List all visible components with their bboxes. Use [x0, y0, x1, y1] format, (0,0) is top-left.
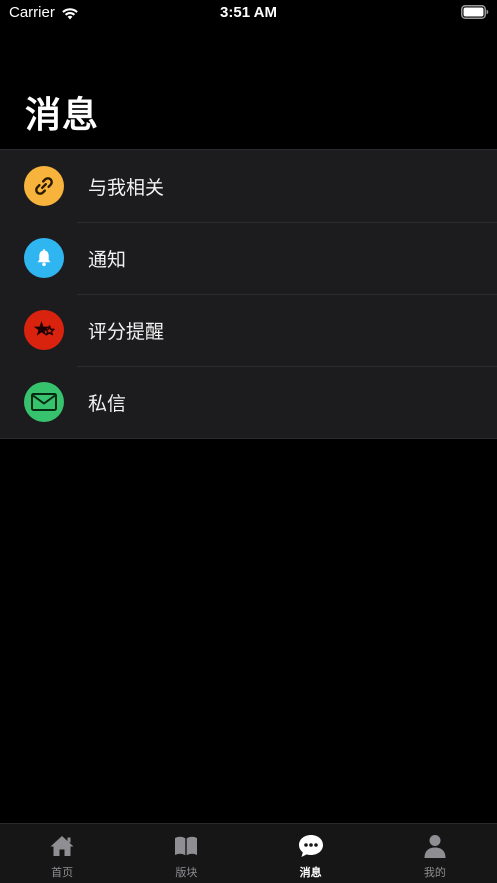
- book-icon: [172, 832, 200, 860]
- list-item-notifications[interactable]: 通知: [0, 222, 497, 294]
- row-divider: [77, 366, 497, 367]
- list-item-label: 私信: [88, 392, 127, 415]
- tab-bar: 首页 版块 消息 我的: [0, 823, 497, 883]
- mail-icon: [24, 382, 64, 422]
- list-item-label: 通知: [88, 248, 127, 271]
- row-divider: [77, 222, 497, 223]
- person-icon: [421, 832, 449, 860]
- list-item-related-to-me[interactable]: 与我相关: [0, 150, 497, 222]
- list-item-label: 评分提醒: [88, 320, 165, 343]
- row-divider: [77, 294, 497, 295]
- tab-messages[interactable]: 消息: [249, 824, 373, 883]
- tab-home[interactable]: 首页: [0, 824, 124, 883]
- tab-label: 版块: [175, 866, 198, 879]
- tab-boards[interactable]: 版块: [124, 824, 248, 883]
- list-item-label: 与我相关: [88, 176, 165, 199]
- status-time: 3:51 AM: [220, 4, 277, 21]
- list-item-rating-reminders[interactable]: 评分提醒: [0, 294, 497, 366]
- home-icon: [48, 832, 76, 860]
- tab-label: 首页: [51, 866, 74, 879]
- tab-profile[interactable]: 我的: [373, 824, 497, 883]
- status-bar: Carrier 3:51 AM: [0, 0, 497, 26]
- link-icon: [24, 166, 64, 206]
- star-icon: [24, 310, 64, 350]
- message-category-list: 与我相关 通知 评分提醒 私信: [0, 149, 497, 439]
- tab-label: 我的: [423, 866, 446, 879]
- tab-label: 消息: [299, 866, 322, 879]
- chat-bubble-icon: [297, 832, 325, 860]
- list-item-private-messages[interactable]: 私信: [0, 366, 497, 438]
- bell-icon: [24, 238, 64, 278]
- battery-icon: [461, 5, 489, 19]
- page-title: 消息: [25, 95, 100, 136]
